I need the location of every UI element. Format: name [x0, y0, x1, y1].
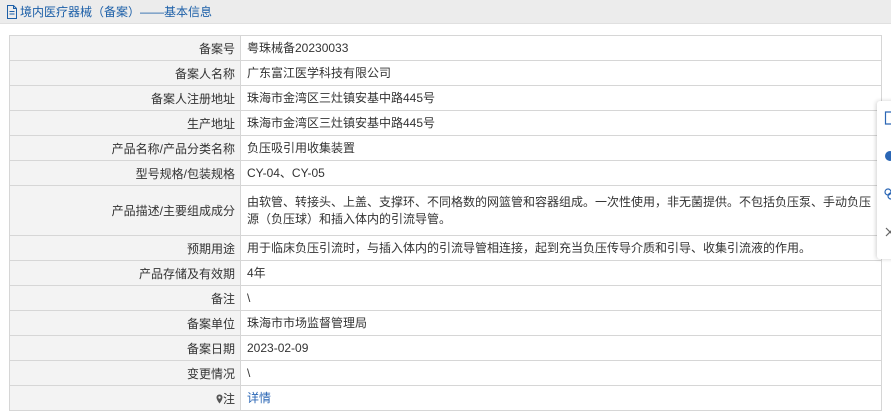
row-value: 广东富江医学科技有限公司: [240, 60, 882, 86]
page-title: 境内医疗器械（备案）——基本信息: [20, 5, 213, 19]
table-row: 产品描述/主要组成成分 由软管、转接头、上盖、支撑环、不同格数的网篮管和容器组成…: [9, 185, 882, 236]
row-label: 注: [9, 385, 241, 411]
table-row: 型号规格/包装规格 CY-04、CY-05: [9, 160, 882, 186]
table-row: 生产地址 珠海市金湾区三灶镇安基中路445号: [9, 110, 882, 136]
table-row: 变更情况 \: [9, 360, 882, 386]
document-icon: [7, 4, 17, 19]
side-toolbar: [877, 101, 891, 259]
table-row: 产品存储及有效期 4年: [9, 260, 882, 286]
row-value: 用于临床负压引流时，与插入体内的引流导管相连接，起到充当负压传导介质和引导、收集…: [240, 235, 882, 261]
row-label: 产品名称/产品分类名称: [9, 135, 241, 161]
location-pin-icon: [216, 394, 223, 403]
table-row: 备注 \: [9, 285, 882, 311]
row-label: 备案日期: [9, 335, 241, 361]
share-icon[interactable]: [884, 187, 891, 201]
row-label: 产品描述/主要组成成分: [9, 185, 241, 236]
row-value: 详情: [240, 385, 882, 411]
close-icon[interactable]: [884, 225, 891, 239]
row-label: 备案号: [9, 35, 241, 61]
row-value: CY-04、CY-05: [240, 160, 882, 186]
row-label: 备案人名称: [9, 60, 241, 86]
row-label: 型号规格/包装规格: [9, 160, 241, 186]
row-value: \: [240, 360, 882, 386]
row-label: 变更情况: [9, 360, 241, 386]
row-label: 预期用途: [9, 235, 241, 261]
table-row: 备案号 粤珠械备20230033: [9, 35, 882, 61]
table-row: 预期用途 用于临床负压引流时，与插入体内的引流导管相连接，起到充当负压传导介质和…: [9, 235, 882, 261]
document-icon[interactable]: [884, 111, 891, 125]
dot-icon[interactable]: [884, 149, 891, 163]
row-value: 珠海市金湾区三灶镇安基中路445号: [240, 85, 882, 111]
table-row: 注 详情: [9, 385, 882, 411]
info-table: 备案号 粤珠械备20230033 备案人名称 广东富江医学科技有限公司 备案人注…: [9, 35, 882, 411]
row-label: 生产地址: [9, 110, 241, 136]
table-row: 备案人名称 广东富江医学科技有限公司: [9, 60, 882, 86]
row-label: 产品存储及有效期: [9, 260, 241, 286]
row-label: 备案单位: [9, 310, 241, 336]
table-row: 备案单位 珠海市市场监督管理局: [9, 310, 882, 336]
page-header: 境内医疗器械（备案）——基本信息: [0, 0, 891, 24]
row-label: 备案人注册地址: [9, 85, 241, 111]
row-value: 珠海市市场监督管理局: [240, 310, 882, 336]
row-label: 备注: [9, 285, 241, 311]
row-value: 由软管、转接头、上盖、支撑环、不同格数的网篮管和容器组成。一次性使用，非无菌提供…: [240, 185, 882, 236]
row-label-text: 注: [222, 391, 235, 406]
row-value: 4年: [240, 260, 882, 286]
table-row: 产品名称/产品分类名称 负压吸引用收集装置: [9, 135, 882, 161]
details-link[interactable]: 详情: [247, 391, 271, 405]
table-row: 备案人注册地址 珠海市金湾区三灶镇安基中路445号: [9, 85, 882, 111]
row-value: \: [240, 285, 882, 311]
row-value: 负压吸引用收集装置: [240, 135, 882, 161]
table-row: 备案日期 2023-02-09: [9, 335, 882, 361]
row-value: 粤珠械备20230033: [240, 35, 882, 61]
row-value: 珠海市金湾区三灶镇安基中路445号: [240, 110, 882, 136]
row-value: 2023-02-09: [240, 335, 882, 361]
